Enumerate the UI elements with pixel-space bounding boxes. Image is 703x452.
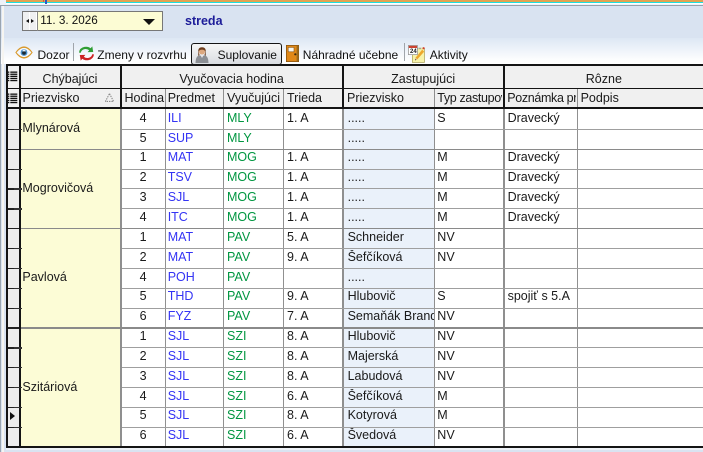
svg-text:24: 24 (410, 49, 417, 55)
